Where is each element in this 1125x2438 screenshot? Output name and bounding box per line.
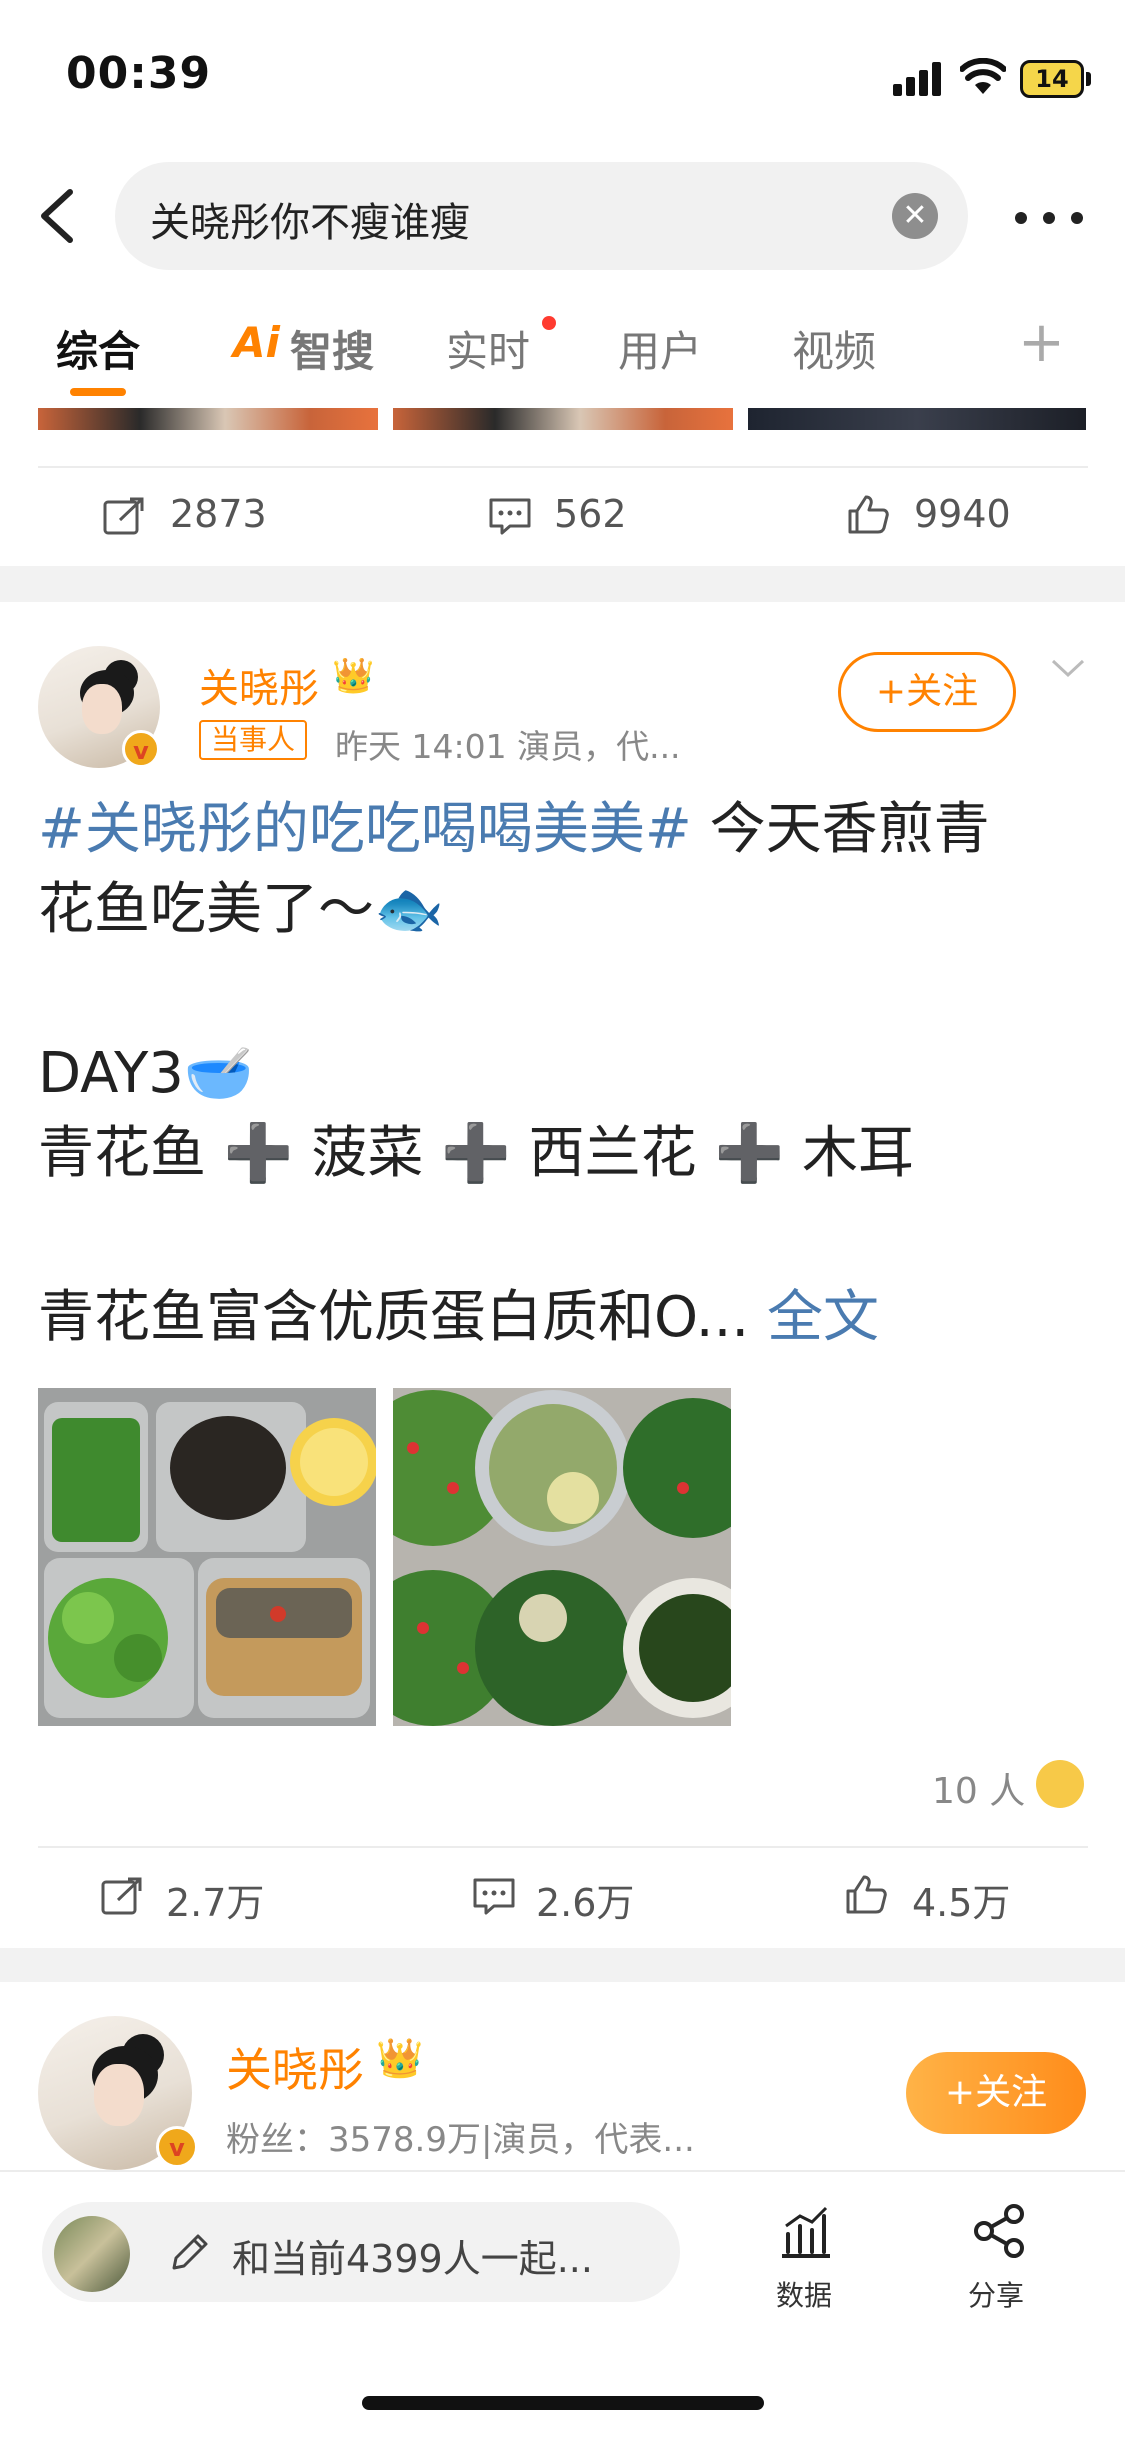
chart-icon[interactable] <box>778 2204 834 2260</box>
tab-realtime[interactable]: 实时 <box>446 318 530 379</box>
like-icon[interactable] <box>846 494 890 534</box>
battery-icon: 14 <box>1020 60 1084 98</box>
data-label[interactable]: 数据 <box>776 2274 832 2314</box>
ai-logo[interactable]: Ai <box>233 318 280 367</box>
add-tab-icon[interactable]: + <box>1018 310 1065 375</box>
prev-photo-1[interactable] <box>38 408 378 430</box>
like-icon[interactable] <box>844 1874 888 1914</box>
salad-grid-image <box>393 1388 731 1726</box>
more-icon[interactable] <box>1015 212 1083 224</box>
grinning-emoji-icon <box>1036 1760 1084 1808</box>
repost-icon[interactable] <box>102 496 146 536</box>
post-line-2: 花鱼吃美了～🐟 <box>38 877 444 942</box>
share-icon[interactable] <box>970 2202 1028 2260</box>
notification-dot <box>542 316 556 330</box>
repost-icon[interactable] <box>100 1876 144 1916</box>
post-line-5-text: 青花鱼富含优质蛋白质和O... <box>38 1285 750 1350</box>
post-photo-1[interactable] <box>38 1388 376 1726</box>
battery-tip <box>1086 72 1091 86</box>
user-card-name[interactable]: 关晓彤 <box>226 2034 364 2100</box>
food-tray-image <box>38 1388 376 1726</box>
comment-icon[interactable] <box>472 1876 516 1916</box>
crown-icon: 👑 <box>332 656 375 696</box>
comment-icon[interactable] <box>488 496 532 536</box>
post-line-1: #关晓彤的吃吃喝喝美美# 今天香煎青 <box>38 790 990 870</box>
post-line-1-text: 今天香煎青 <box>691 797 990 862</box>
like-count[interactable]: 4.5万 <box>912 1872 1010 1927</box>
section-gap <box>0 566 1125 602</box>
wifi-icon <box>960 58 1006 94</box>
divider <box>38 466 1088 468</box>
tab-underline <box>70 388 126 396</box>
post-line-3: DAY3🥣 <box>38 1041 254 1106</box>
prev-photo-2[interactable] <box>393 408 733 430</box>
back-icon[interactable] <box>32 186 82 246</box>
pencil-icon <box>172 2234 208 2270</box>
cellular-signal-icon <box>893 62 943 96</box>
share-label[interactable]: 分享 <box>968 2274 1024 2314</box>
repost-count[interactable]: 2.7万 <box>166 1872 264 1927</box>
post-line-4: 青花鱼 ➕ 菠菜 ➕ 西兰花 ➕ 木耳 <box>38 1121 914 1186</box>
post-meta: 昨天 14:01 演员，代... <box>335 727 681 766</box>
comment-count[interactable]: 562 <box>554 492 627 536</box>
verified-icon: v <box>122 730 160 768</box>
repost-count[interactable]: 2873 <box>170 492 267 536</box>
hashtag-link[interactable]: #关晓彤的吃吃喝喝美美# <box>38 797 692 862</box>
compose-placeholder[interactable]: 和当前4399人一起... <box>232 2228 593 2283</box>
likers-count[interactable]: 10 人 <box>932 1762 1025 1814</box>
clear-icon[interactable]: ✕ <box>892 193 938 239</box>
search-query[interactable]: 关晓彤你不瘦谁瘦 <box>150 190 470 248</box>
verified-icon: v <box>156 2126 198 2168</box>
tab-video[interactable]: 视频 <box>792 318 876 379</box>
read-more-link[interactable]: 全文 <box>749 1285 879 1350</box>
crown-icon: 👑 <box>376 2036 424 2080</box>
home-indicator[interactable] <box>362 2396 764 2410</box>
post-username[interactable]: 关晓彤 <box>199 656 319 714</box>
status-time: 00:39 <box>66 48 212 99</box>
tab-ai-search[interactable]: 智搜 <box>290 318 374 379</box>
user-card-info: 粉丝：3578.9万|演员，代表... <box>226 2120 695 2160</box>
follow-button[interactable]: +关注 <box>838 652 1016 732</box>
like-count[interactable]: 9940 <box>914 492 1011 536</box>
section-gap <box>0 1948 1125 1982</box>
comment-count[interactable]: 2.6万 <box>536 1872 634 1927</box>
status-badge: 当事人 <box>199 720 308 760</box>
divider <box>38 1846 1088 1848</box>
follow-button[interactable]: +关注 <box>906 2052 1086 2134</box>
post-line-5: 青花鱼富含优质蛋白质和O... 全文 <box>38 1278 879 1358</box>
prev-photo-3[interactable] <box>748 408 1086 430</box>
tab-general[interactable]: 综合 <box>56 318 140 379</box>
tab-users[interactable]: 用户 <box>618 318 702 379</box>
post-photo-2[interactable] <box>393 1388 731 1726</box>
user-avatar <box>54 2216 130 2292</box>
chevron-down-icon[interactable] <box>1050 656 1086 680</box>
